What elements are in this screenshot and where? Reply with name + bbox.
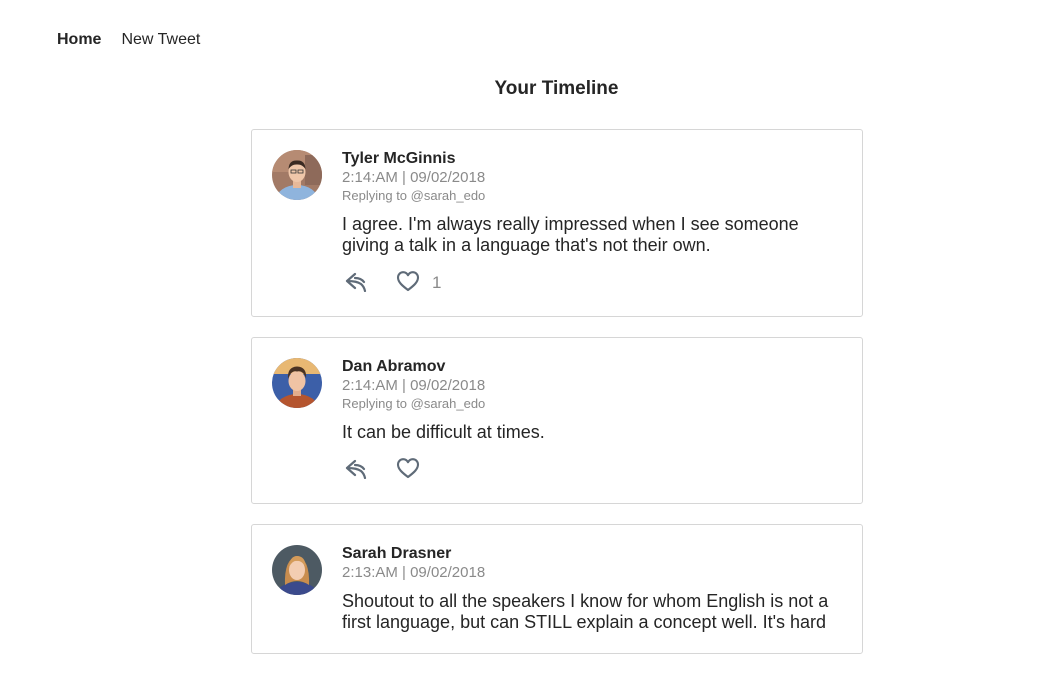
user-avatar bbox=[272, 545, 322, 595]
tweet-card[interactable]: Dan Abramov 2:14:AM | 09/02/2018 Replyin… bbox=[251, 337, 863, 504]
reply-icon bbox=[344, 270, 368, 297]
tweet-actions bbox=[342, 457, 842, 483]
like-count: 1 bbox=[432, 273, 442, 292]
heart-icon bbox=[396, 270, 420, 297]
reply-button[interactable] bbox=[344, 270, 396, 297]
nav-new-tweet-link[interactable]: New Tweet bbox=[121, 31, 200, 49]
timeline-list: Tyler McGinnis 2:14:AM | 09/02/2018 Repl… bbox=[251, 129, 863, 674]
page-title: Your Timeline bbox=[494, 78, 619, 99]
tweet-card[interactable]: Tyler McGinnis 2:14:AM | 09/02/2018 Repl… bbox=[251, 129, 863, 317]
reply-icon bbox=[344, 457, 368, 484]
tweet-replying-to[interactable]: Replying to @sarah_edo bbox=[342, 395, 842, 413]
nav-home-link[interactable]: Home bbox=[57, 31, 101, 49]
top-nav: Home New Tweet bbox=[57, 31, 200, 49]
tweet-text: I agree. I'm always really impressed whe… bbox=[342, 214, 799, 255]
reply-button[interactable] bbox=[344, 457, 396, 484]
tweet-timestamp: 2:13:AM | 09/02/2018 bbox=[342, 564, 486, 581]
tweet-card[interactable]: Sarah Drasner 2:13:AM | 09/02/2018 Shout… bbox=[251, 524, 863, 654]
tweet-author: Sarah Drasner bbox=[342, 545, 452, 562]
tweet-timestamp: 2:14:AM | 09/02/2018 bbox=[342, 169, 486, 186]
user-avatar bbox=[272, 358, 322, 408]
tweet-replying-to[interactable]: Replying to @sarah_edo bbox=[342, 187, 842, 205]
tweet-author: Tyler McGinnis bbox=[342, 150, 456, 167]
tweet-text: It can be difficult at times. bbox=[342, 422, 545, 442]
user-avatar bbox=[272, 150, 322, 200]
heart-icon bbox=[396, 457, 420, 484]
like-button[interactable]: 1 bbox=[396, 270, 441, 297]
tweet-timestamp: 2:14:AM | 09/02/2018 bbox=[342, 377, 486, 394]
tweet-text: Shoutout to all the speakers I know for … bbox=[342, 591, 829, 632]
like-button[interactable] bbox=[396, 457, 432, 484]
tweet-actions: 1 bbox=[342, 270, 842, 296]
tweet-author: Dan Abramov bbox=[342, 358, 446, 375]
